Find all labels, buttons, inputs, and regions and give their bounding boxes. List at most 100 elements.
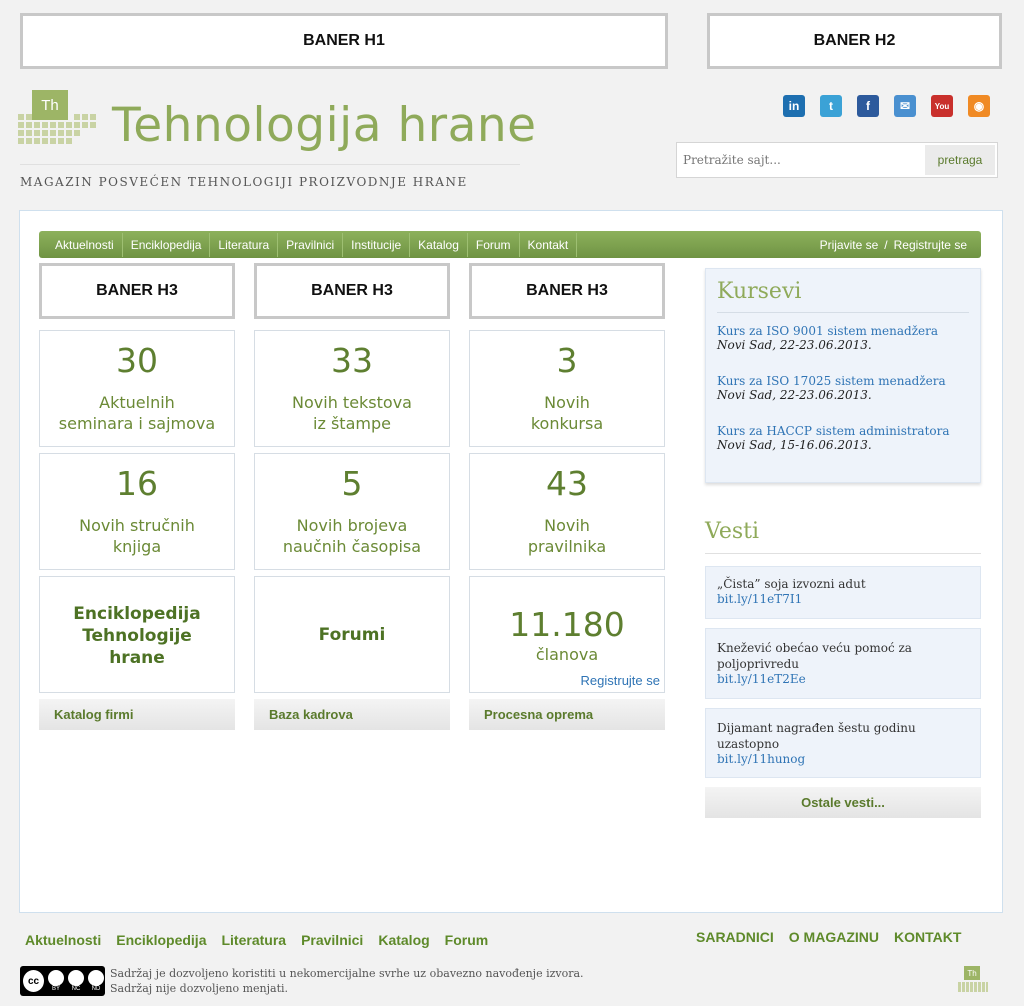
news-item[interactable]: Knežević obećao veću pomoć za poljoprivr… bbox=[705, 628, 981, 699]
course-item: Kurs za ISO 9001 sistem menadžera Novi S… bbox=[717, 324, 938, 352]
nav-item-literatura[interactable]: Literatura bbox=[210, 232, 279, 257]
stat-label: konkursa bbox=[530, 414, 604, 433]
banner-h1[interactable]: BANER H1 bbox=[20, 13, 668, 69]
logo-mark[interactable]: Th bbox=[18, 88, 108, 148]
course-link[interactable]: Kurs za ISO 9001 sistem menadžera bbox=[717, 324, 938, 338]
stat-box-seminars[interactable]: 30 Aktuelnih seminara i sajmova bbox=[39, 330, 235, 447]
nav-item-enciklopedija[interactable]: Enciklopedija bbox=[123, 232, 211, 257]
news-headline: uzastopno bbox=[717, 737, 780, 751]
footer-link-o-magazinu[interactable]: O MAGAZINU bbox=[789, 929, 879, 945]
stat-label: Aktuelnih bbox=[99, 393, 175, 412]
nav-items: Aktuelnosti Enciklopedija Literatura Pravil… bbox=[39, 232, 578, 257]
process-equipment-link[interactable]: Procesna oprema bbox=[469, 699, 665, 730]
search-input[interactable] bbox=[677, 152, 920, 168]
course-item: Kurs za ISO 17025 sistem menadžera Novi … bbox=[717, 374, 946, 402]
encyclopedia-label: Tehnologije bbox=[82, 626, 192, 646]
stat-label: Novih tekstova bbox=[292, 393, 412, 412]
linkedin-icon-glyph: in bbox=[788, 99, 800, 113]
catalog-firms-link[interactable]: Katalog firmi bbox=[39, 699, 235, 730]
logo-divider bbox=[20, 164, 520, 165]
encyclopedia-label: hrane bbox=[109, 648, 165, 668]
courses-title: Kursevi bbox=[717, 279, 802, 304]
rss-icon[interactable]: ◉ bbox=[968, 95, 990, 117]
stat-label: seminara i sajmova bbox=[58, 414, 216, 433]
news-link[interactable]: bit.ly/11eT2Ee bbox=[717, 672, 969, 686]
nav-auth: Prijavite se / Registrujte se bbox=[820, 238, 981, 252]
course-link[interactable]: Kurs za ISO 17025 sistem menadžera bbox=[717, 374, 946, 388]
encyclopedia-box[interactable]: Enciklopedija Tehnologije hrane bbox=[39, 576, 235, 693]
nav-separator: / bbox=[884, 237, 888, 252]
banner-h3-label: BANER H3 bbox=[526, 282, 608, 299]
register-link[interactable]: Registrujte se bbox=[894, 238, 967, 252]
stat-label: knjiga bbox=[112, 537, 162, 556]
news-headline: Dijamant nagrađen šestu godinu bbox=[717, 721, 916, 735]
cc-nd-icon: ND bbox=[87, 970, 105, 992]
banner-h3-label: BANER H3 bbox=[311, 282, 393, 299]
members-register-link[interactable]: Registrujte se bbox=[581, 673, 660, 688]
course-date: Novi Sad, 15-16.06.2013. bbox=[717, 438, 872, 452]
login-link[interactable]: Prijavite se bbox=[820, 238, 879, 252]
footer-link-saradnici[interactable]: SARADNICI bbox=[696, 929, 774, 945]
twitter-icon[interactable]: t bbox=[820, 95, 842, 117]
nav-item-pravilnici[interactable]: Pravilnici bbox=[278, 232, 344, 257]
nav-item-forum[interactable]: Forum bbox=[468, 232, 520, 257]
footer-link-enciklopedija[interactable]: Enciklopedija bbox=[116, 932, 206, 948]
news-item[interactable]: „Čista” soja izvozni adut bit.ly/11eT7I1 bbox=[705, 566, 981, 619]
courses-panel: Kursevi Kurs za ISO 9001 sistem menadžer… bbox=[705, 268, 981, 483]
course-date: Novi Sad, 22-23.06.2013. bbox=[717, 338, 872, 352]
stat-box-journals[interactable]: 5 Novih brojeva naučnih časopisa bbox=[254, 453, 450, 570]
news-link[interactable]: bit.ly/11eT7I1 bbox=[717, 592, 969, 606]
nav-item-institucije[interactable]: Institucije bbox=[343, 232, 411, 257]
nav-item-aktuelnosti[interactable]: Aktuelnosti bbox=[47, 232, 123, 257]
creative-commons-badge[interactable]: cc BY NC ND bbox=[20, 966, 105, 996]
cc-by-label: BY bbox=[51, 986, 60, 992]
footer-logo[interactable]: Th bbox=[958, 966, 988, 994]
nav-item-katalog[interactable]: Katalog bbox=[410, 232, 468, 257]
site-title[interactable]: Tehnologija hrane bbox=[112, 98, 537, 153]
logo-badge: Th bbox=[32, 90, 68, 120]
news-item[interactable]: Dijamant nagrađen šestu godinu uzastopno… bbox=[705, 708, 981, 778]
banner-h2-label: BANER H2 bbox=[813, 32, 896, 49]
stat-box-texts[interactable]: 33 Novih tekstova iz štampe bbox=[254, 330, 450, 447]
banner-h3-1[interactable]: BANER H3 bbox=[39, 263, 235, 319]
course-item: Kurs za HACCP sistem administratora Novi… bbox=[717, 424, 950, 452]
stat-box-books[interactable]: 16 Novih stručnih knjiga bbox=[39, 453, 235, 570]
banner-h3-3[interactable]: BANER H3 bbox=[469, 263, 665, 319]
cc-icon: cc bbox=[23, 970, 44, 992]
news-link[interactable]: bit.ly/11hunog bbox=[717, 752, 969, 766]
youtube-icon[interactable]: You bbox=[931, 95, 953, 117]
cc-conditions: BY NC ND bbox=[47, 970, 105, 992]
cc-nd-label: ND bbox=[91, 986, 101, 992]
banner-h1-label: BANER H1 bbox=[303, 32, 385, 49]
stat-box-regulations[interactable]: 43 Novih pravilnika bbox=[469, 453, 665, 570]
footer-link-kontakt[interactable]: KONTAKT bbox=[894, 929, 961, 945]
stat-label: Novih bbox=[544, 516, 590, 535]
search-button[interactable]: pretraga bbox=[925, 145, 995, 175]
encyclopedia-label: Enciklopedija bbox=[73, 604, 201, 624]
cc-nc-label: NC bbox=[71, 986, 81, 992]
license-line: Sadržaj nije dozvoljeno menjati. bbox=[110, 982, 289, 995]
more-news-button[interactable]: Ostale vesti... bbox=[705, 787, 981, 818]
stat-box-contests[interactable]: 3 Novih konkursa bbox=[469, 330, 665, 447]
staff-database-link[interactable]: Baza kadrova bbox=[254, 699, 450, 730]
footer-logo-grid-icon bbox=[958, 982, 988, 992]
forum-box[interactable]: Forumi bbox=[254, 576, 450, 693]
banner-h2[interactable]: BANER H2 bbox=[707, 13, 1002, 69]
search-box: pretraga bbox=[676, 142, 998, 178]
news-headline: poljoprivredu bbox=[717, 657, 799, 671]
facebook-icon[interactable]: f bbox=[857, 95, 879, 117]
footer-logo-badge: Th bbox=[964, 966, 980, 980]
email-icon[interactable]: ✉ bbox=[894, 95, 916, 117]
linkedin-icon[interactable]: in bbox=[783, 95, 805, 117]
twitter-icon-glyph: t bbox=[829, 99, 833, 113]
course-date: Novi Sad, 22-23.06.2013. bbox=[717, 388, 872, 402]
footer-link-aktuelnosti[interactable]: Aktuelnosti bbox=[25, 932, 101, 948]
nav-item-kontakt[interactable]: Kontakt bbox=[520, 232, 578, 257]
footer-link-literatura[interactable]: Literatura bbox=[221, 932, 286, 948]
footer-link-pravilnici[interactable]: Pravilnici bbox=[301, 932, 363, 948]
footer-link-forum[interactable]: Forum bbox=[445, 932, 489, 948]
stat-number: 5 bbox=[341, 464, 363, 503]
footer-link-katalog[interactable]: Katalog bbox=[378, 932, 429, 948]
course-link[interactable]: Kurs za HACCP sistem administratora bbox=[717, 424, 950, 438]
banner-h3-2[interactable]: BANER H3 bbox=[254, 263, 450, 319]
